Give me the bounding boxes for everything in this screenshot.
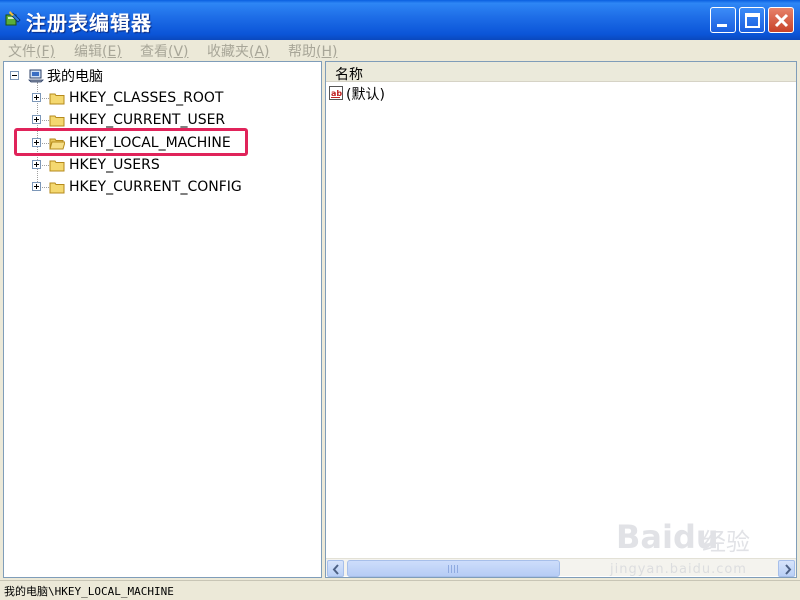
baidu-watermark: Baidu 经验 jingyan.baidu.com (610, 510, 790, 580)
menu-help-label: 帮助 (288, 44, 316, 60)
tree-node-label: HKEY_USERS (69, 157, 160, 173)
menu-favorites[interactable]: 收藏夹(A) (207, 41, 270, 61)
expand-toggle[interactable] (32, 115, 41, 124)
tree-node-hkey-current-user[interactable]: HKEY_CURRENT_USER (32, 110, 225, 130)
menu-view[interactable]: 查看(V) (140, 41, 189, 61)
menu-file-label: 文件 (8, 44, 36, 60)
watermark-url: jingyan.baidu.com (610, 562, 747, 577)
folder-icon (49, 160, 65, 172)
title-bar[interactable]: 注册表编辑器 (0, 0, 800, 40)
chevron-left-icon (332, 564, 339, 575)
menu-edit[interactable]: 编辑(E) (74, 41, 122, 61)
value-name: (默认) (346, 87, 385, 103)
list-header: 名称 (326, 62, 796, 84)
menu-edit-label: 编辑 (74, 44, 102, 60)
tree-node-hkey-users[interactable]: HKEY_USERS (32, 155, 160, 175)
menu-file[interactable]: 文件(F) (8, 41, 55, 61)
menu-help-accel: (H) (316, 44, 338, 60)
status-bar: 我的电脑\HKEY_LOCAL_MACHINE (0, 580, 800, 600)
tree-node-label: 我的电脑 (47, 69, 103, 85)
menu-favorites-accel: (A) (249, 44, 270, 60)
scroll-left-button[interactable] (327, 560, 344, 577)
tree-node-hkey-current-config[interactable]: HKEY_CURRENT_CONFIG (32, 177, 242, 197)
menu-view-label: 查看 (140, 44, 168, 60)
tree-node-my-computer[interactable]: 我的电脑 (10, 66, 103, 86)
watermark-subtitle: 经验 (702, 528, 750, 556)
value-row-default[interactable]: ab (默认) (329, 84, 385, 104)
minimize-icon (717, 24, 727, 27)
menu-view-accel: (V) (168, 44, 189, 60)
tree-node-label: HKEY_CLASSES_ROOT (69, 90, 224, 106)
registry-values-pane[interactable]: 名称 ab (默认) (325, 61, 797, 578)
expand-toggle[interactable] (32, 160, 41, 169)
menu-edit-accel: (E) (102, 44, 122, 60)
collapse-toggle[interactable] (10, 71, 19, 80)
expand-toggle[interactable] (32, 182, 41, 191)
status-path: 我的电脑\HKEY_LOCAL_MACHINE (4, 585, 174, 598)
maximize-button[interactable] (739, 7, 765, 33)
tree-node-label: HKEY_CURRENT_USER (69, 112, 226, 128)
tree-node-hkey-classes-root[interactable]: HKEY_CLASSES_ROOT (32, 88, 223, 108)
watermark-brand-part1: Bai (616, 518, 673, 556)
window-title: 注册表编辑器 (26, 11, 152, 35)
column-header-name[interactable]: 名称 (335, 64, 363, 84)
svg-text:ab: ab (331, 89, 342, 98)
highlight-annotation-box (14, 128, 248, 156)
folder-icon (49, 115, 65, 127)
folder-icon (49, 93, 65, 105)
menu-help[interactable]: 帮助(H) (288, 41, 337, 61)
tree-node-label: HKEY_CURRENT_CONFIG (69, 179, 242, 195)
close-button[interactable] (768, 7, 794, 33)
close-icon (774, 13, 789, 28)
scroll-thumb[interactable] (347, 560, 560, 577)
regedit-app-icon (5, 11, 21, 26)
scroll-grip-icon (448, 565, 460, 573)
folder-icon (49, 182, 65, 194)
menu-favorites-label: 收藏夹 (207, 44, 249, 60)
maximize-icon (745, 13, 760, 28)
menu-bar: 文件(F) 编辑(E) 查看(V) 收藏夹(A) 帮助(H) (0, 40, 800, 60)
menu-file-accel: (F) (36, 44, 55, 60)
minimize-button[interactable] (710, 7, 736, 33)
expand-toggle[interactable] (32, 93, 41, 102)
computer-icon (28, 69, 44, 83)
string-value-icon: ab (329, 86, 343, 100)
